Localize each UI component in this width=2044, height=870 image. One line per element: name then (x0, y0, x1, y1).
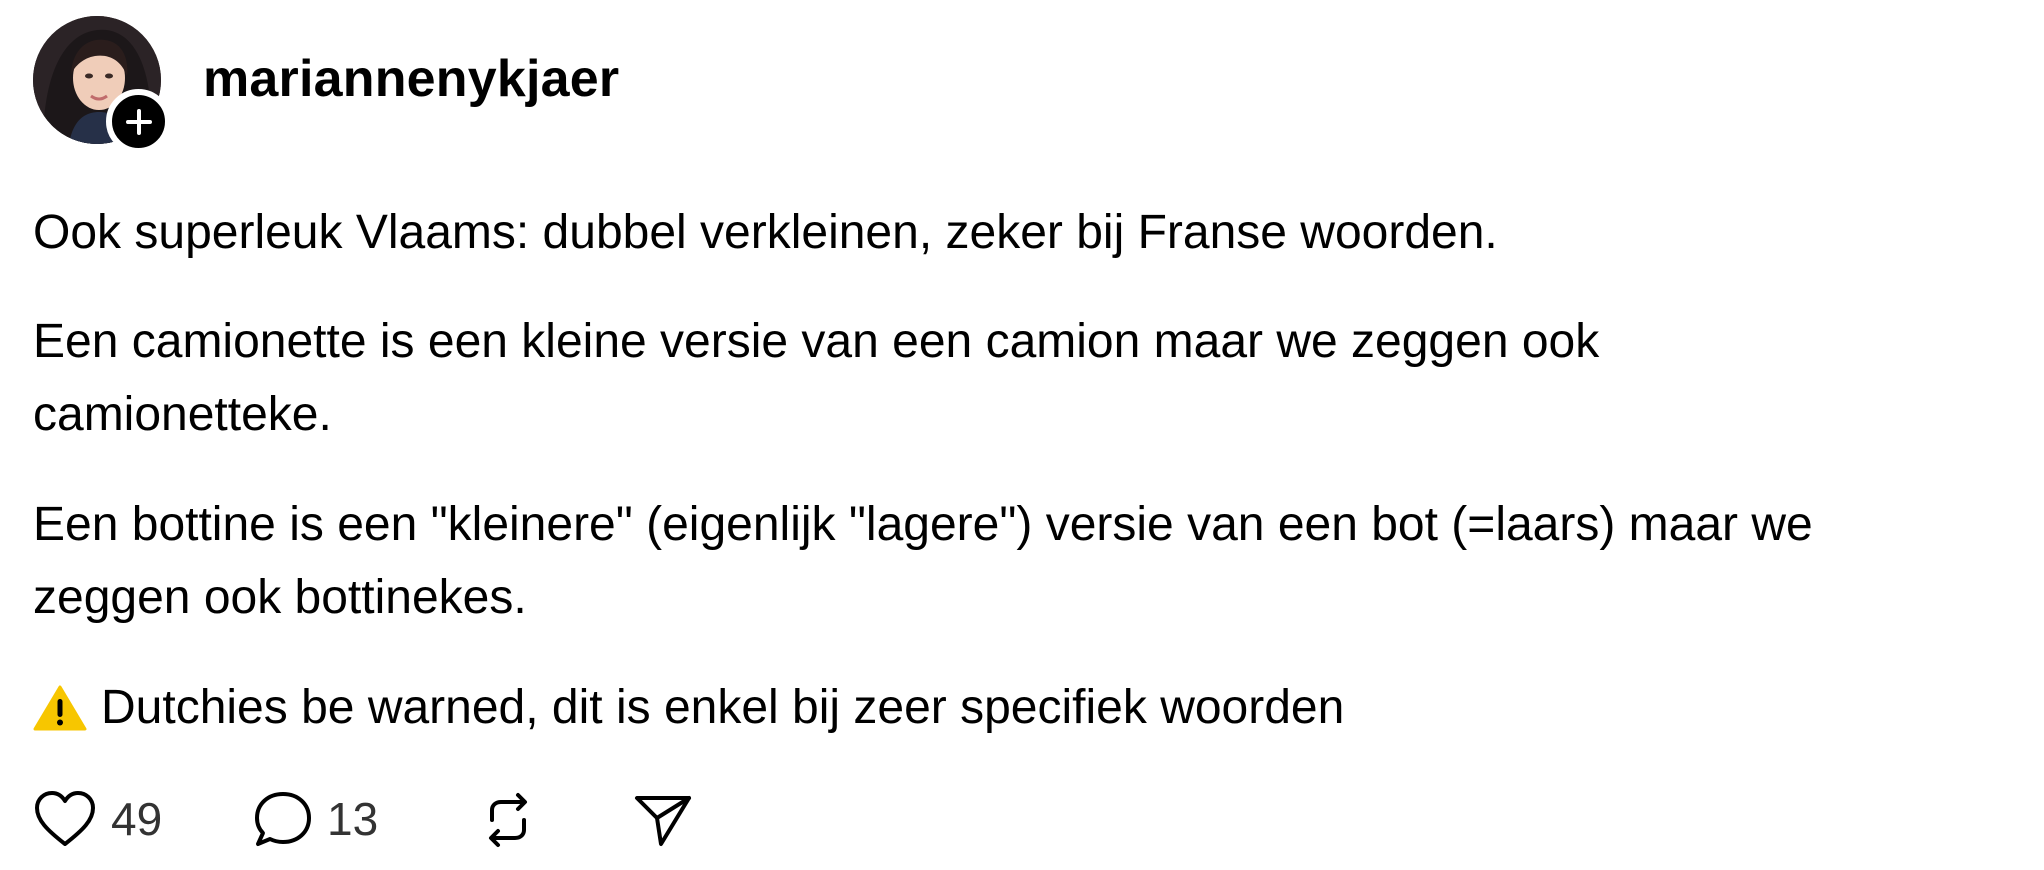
avatar-container[interactable] (33, 16, 171, 154)
follow-button[interactable] (106, 89, 171, 154)
heart-icon (33, 790, 97, 848)
share-button[interactable] (633, 790, 693, 850)
warning-icon (33, 685, 87, 731)
username[interactable]: mariannenykjaer (203, 49, 619, 109)
post-text-paragraph-2-line-1: Een camionette is een kleine versie van … (33, 315, 1600, 368)
post-text-paragraph-4: Dutchies be warned, dit is enkel bij zee… (33, 671, 1344, 744)
comment-icon (253, 790, 313, 848)
repost-button[interactable] (478, 790, 538, 850)
plus-icon (124, 107, 154, 137)
reply-button[interactable]: 13 (253, 790, 378, 848)
post: mariannenykjaer Ook superleuk Vlaams: du… (0, 0, 2044, 870)
post-text-paragraph-2-line-2: camionetteke. (33, 388, 332, 441)
post-text-paragraph-3-line-2: zeggen ook bottinekes. (33, 571, 527, 624)
like-button[interactable]: 49 (33, 790, 162, 848)
post-header: mariannenykjaer (33, 15, 619, 154)
post-text-paragraph-1: Ook superleuk Vlaams: dubbel verkleinen,… (33, 206, 1498, 259)
repost-icon (478, 790, 538, 850)
post-text-paragraph-3-line-1: Een bottine is een "kleinere" (eigenlijk… (33, 498, 1813, 551)
send-icon (633, 790, 693, 850)
like-count: 49 (111, 793, 163, 845)
reply-count: 13 (327, 793, 379, 845)
warning-text: Dutchies be warned, dit is enkel bij zee… (101, 681, 1345, 734)
